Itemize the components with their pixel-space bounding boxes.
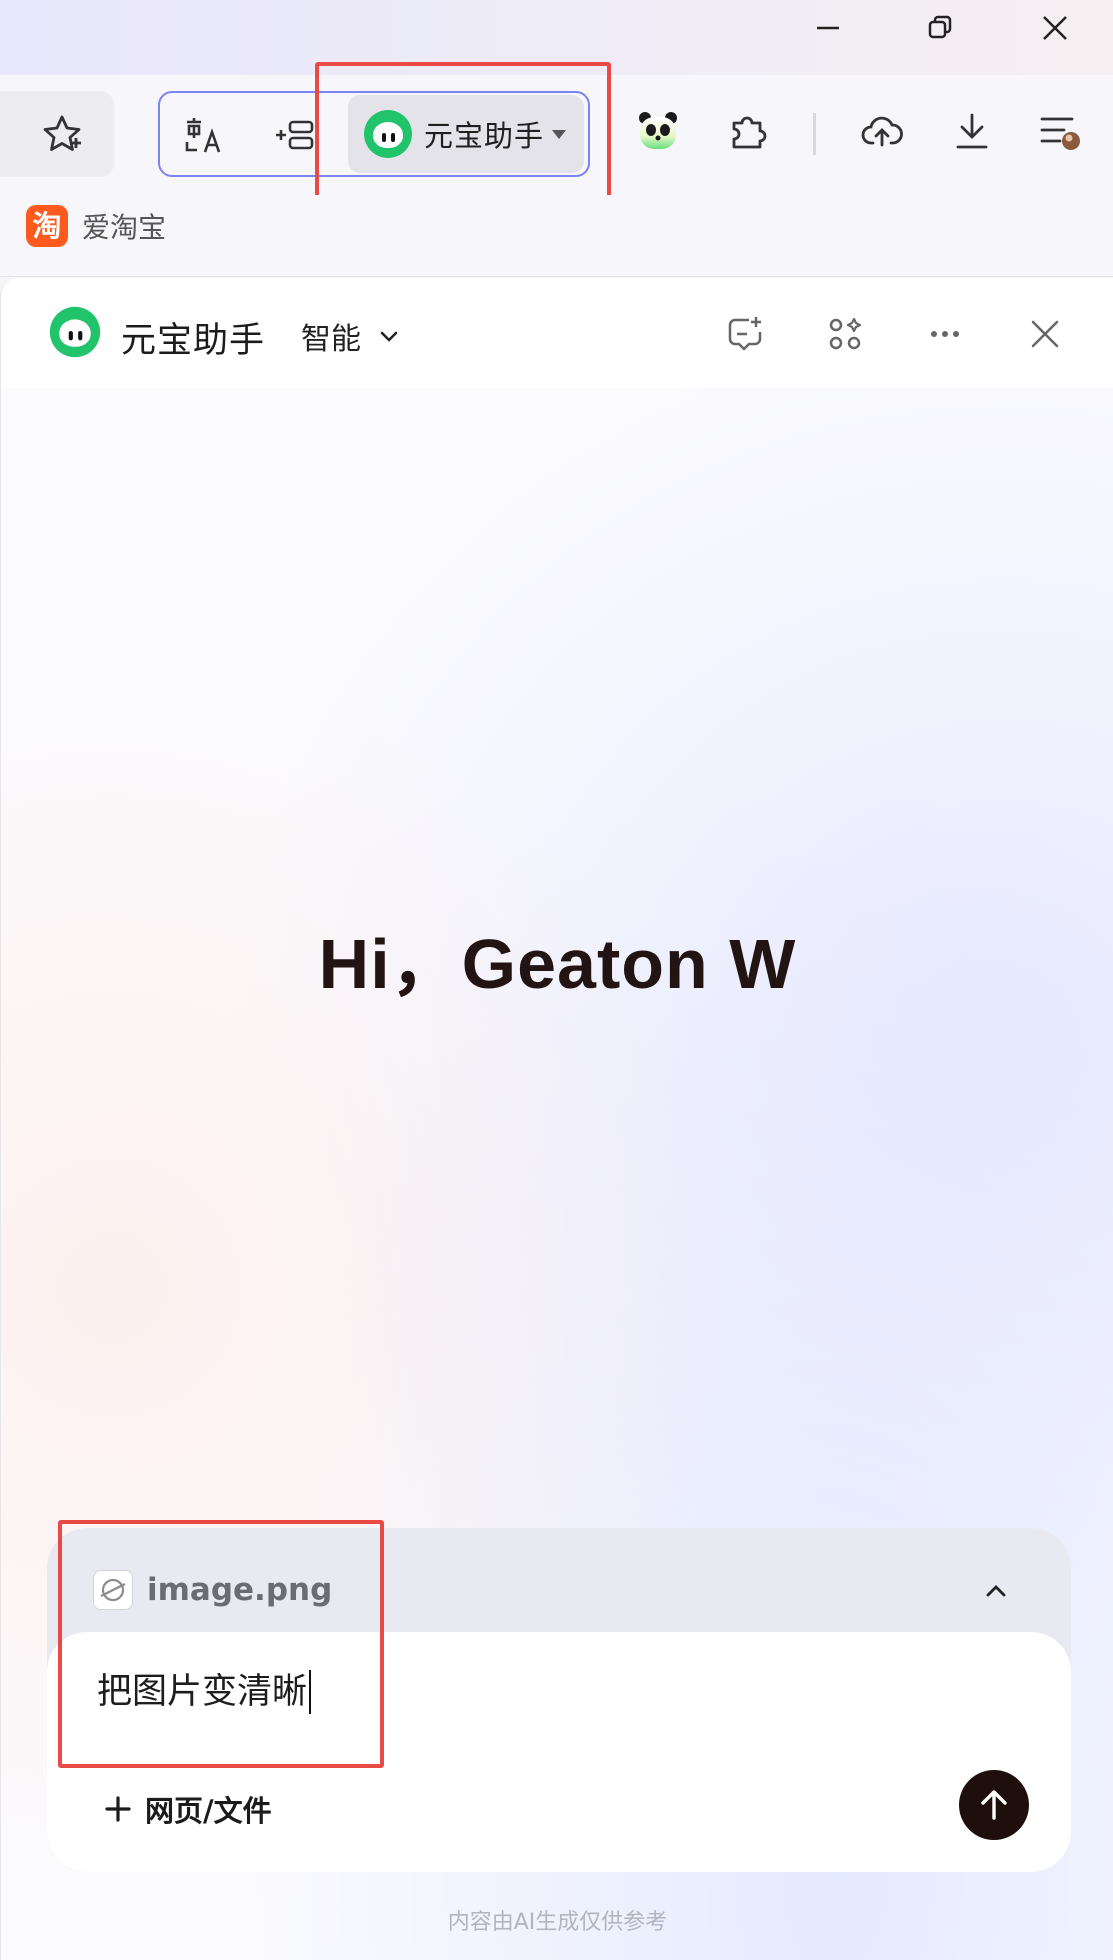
title-bar (0, 0, 1113, 75)
new-chat-button[interactable] (721, 310, 769, 358)
add-to-list-button[interactable] (272, 113, 316, 157)
message-input-area[interactable]: 把图片变清晰 网页/文件 (47, 1632, 1071, 1872)
restore-icon (928, 15, 951, 38)
toolbar-divider (813, 113, 816, 155)
dropdown-caret-icon (552, 129, 567, 139)
star-icon (43, 115, 81, 151)
chevron-up-icon (986, 1585, 1006, 1597)
add-source-label: 网页/文件 (145, 1794, 272, 1828)
greeting-text: Hi，Geaton W (318, 925, 797, 1003)
more-options-button[interactable] (921, 310, 969, 358)
mode-label: 智能 (301, 322, 361, 357)
add-list-icon (276, 120, 314, 150)
bookmark-aitaobao[interactable]: 淘 爱淘宝 (26, 205, 166, 247)
message-input[interactable]: 把图片变清晰 (97, 1670, 312, 1714)
restore-button[interactable] (902, 0, 977, 55)
plus-icon (105, 1796, 131, 1822)
downloads-button[interactable] (942, 101, 1002, 161)
chevron-down-icon (380, 331, 398, 342)
minimize-button[interactable] (790, 0, 865, 55)
yuanbao-logo-icon (364, 110, 412, 158)
panel-title: 元宝助手 (121, 321, 266, 361)
panda-extension-button[interactable] (628, 101, 688, 161)
attachment-filename[interactable]: image.png (147, 1572, 332, 1608)
new-chat-icon (728, 317, 762, 351)
main-menu-button[interactable] (1030, 101, 1090, 161)
cloud-upload-icon (861, 116, 903, 147)
download-icon (956, 113, 988, 149)
bookmark-label: 爱淘宝 (82, 211, 167, 244)
mode-selector[interactable]: 智能 (301, 314, 401, 358)
ai-tools-group: 元宝助手 (158, 91, 590, 177)
close-icon (1042, 15, 1067, 40)
assistant-panel: 元宝助手 智能 Hi，Geaton W image.png 把图片变清晰 网页/… (0, 278, 1113, 1960)
assistant-button-label: 元宝助手 (424, 119, 545, 153)
menu-avatar-icon (1040, 117, 1080, 150)
attachment-row: image.png (47, 1528, 1071, 1632)
minimize-icon (816, 26, 839, 29)
browser-toolbar: 元宝助手 (0, 75, 1113, 195)
cloud-upload-button[interactable] (852, 101, 912, 161)
close-window-button[interactable] (1017, 0, 1092, 55)
add-webpage-file-button[interactable]: 网页/文件 (103, 1788, 272, 1830)
close-icon (1031, 320, 1059, 348)
chat-composer: image.png 把图片变清晰 网页/文件 (47, 1528, 1071, 1872)
collapse-attachment-button[interactable] (977, 1572, 1015, 1610)
arrow-up-icon (981, 1790, 1007, 1820)
taobao-icon: 淘 (26, 205, 68, 247)
panel-header: 元宝助手 智能 (1, 278, 1113, 388)
apps-icon (829, 317, 862, 350)
more-icon (931, 331, 959, 337)
extension-icon (732, 116, 767, 149)
yuanbao-assistant-button[interactable]: 元宝助手 (348, 95, 584, 173)
file-thumbnail-icon (93, 1570, 133, 1610)
bookmark-star-button[interactable] (0, 91, 114, 177)
bookmarks-bar: 淘 爱淘宝 (0, 195, 1113, 277)
ai-disclaimer: 内容由AI生成仅供参考 (447, 1910, 668, 1935)
extensions-button[interactable] (718, 101, 778, 161)
translate-icon (185, 118, 221, 153)
apps-button[interactable] (821, 310, 869, 358)
send-button[interactable] (959, 1770, 1029, 1840)
close-panel-button[interactable] (1021, 310, 1069, 358)
translate-button[interactable] (182, 113, 226, 157)
yuanbao-logo-icon (49, 306, 101, 358)
panda-icon (639, 112, 677, 149)
